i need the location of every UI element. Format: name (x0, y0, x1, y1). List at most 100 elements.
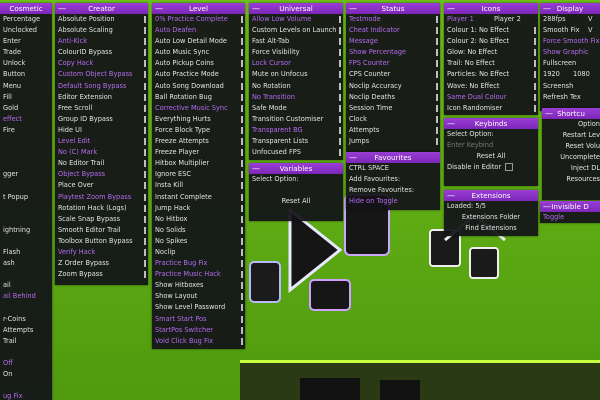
menu-item-blank[interactable] (0, 269, 52, 280)
settings-handle-icon[interactable] (241, 49, 243, 57)
menu-item-level-edit[interactable]: Level Edit (55, 136, 148, 147)
menu-item-ug-fix[interactable]: ug Fix (0, 391, 52, 400)
menu-item-colour-2-no-effect[interactable]: Colour 2: No Effect (444, 36, 538, 47)
menu-item-group-id-bypass[interactable]: Group ID Bypass (55, 114, 148, 125)
menu-item-place-over[interactable]: Place Over (55, 180, 148, 191)
menu-item-no-editor-trail[interactable]: No Editor Trail (55, 158, 148, 169)
menu-item-force-smooth-fix[interactable]: Force Smooth Fix (540, 36, 600, 47)
menu-item-show-graphic[interactable]: Show Graphic (540, 47, 600, 58)
menu-item-smooth-editor-trail[interactable]: Smooth Editor Trail (55, 225, 148, 236)
favourites-title[interactable]: — Favourites (346, 152, 440, 163)
settings-handle-icon[interactable] (144, 104, 146, 112)
menu-item-reset-volu[interactable]: Reset Volu (542, 141, 600, 152)
settings-handle-icon[interactable] (144, 160, 146, 168)
menu-item-no-solids[interactable]: No Solids (152, 225, 245, 236)
menu-item-instant-complete[interactable]: Instant Complete (152, 192, 245, 203)
menu-item-freeze-player[interactable]: Freeze Player (152, 147, 245, 158)
menu-item-percentage[interactable]: Percentage (0, 14, 52, 25)
menu-item-refresh-tex[interactable]: Refresh Tex (540, 92, 600, 103)
settings-handle-icon[interactable] (339, 49, 341, 57)
menu-item-safe-mode[interactable]: Safe Mode (249, 103, 343, 114)
menu-item-on[interactable]: On (0, 369, 52, 380)
settings-handle-icon[interactable] (144, 215, 146, 223)
settings-handle-icon[interactable] (534, 93, 536, 101)
settings-handle-icon[interactable] (241, 160, 243, 168)
menu-item-transition-customiser[interactable]: Transition Customiser (249, 114, 343, 125)
settings-handle-icon[interactable] (144, 149, 146, 157)
menu-item-verify-hack[interactable]: Verify Hack (55, 247, 148, 258)
menu-item-glow-no-effect[interactable]: Glow: No Effect (444, 47, 538, 58)
minimize-icon[interactable]: — (447, 118, 455, 129)
settings-handle-icon[interactable] (436, 115, 438, 123)
settings-handle-icon[interactable] (144, 16, 146, 23)
menu-item-hide-ui[interactable]: Hide UI (55, 125, 148, 136)
settings-handle-icon[interactable] (144, 182, 146, 190)
keybind-select-option[interactable]: Select Option: (444, 129, 538, 140)
menu-item-menu[interactable]: Menu (0, 81, 52, 92)
fps-toggle[interactable]: V (585, 14, 600, 25)
settings-handle-icon[interactable] (241, 237, 243, 245)
menu-item-no-c-mark[interactable]: No (C) Mark (55, 147, 148, 158)
settings-handle-icon[interactable] (144, 226, 146, 234)
menu-item-rotation-hack-logs[interactable]: Rotation Hack (Logs) (55, 203, 148, 214)
menu-item-noclip[interactable]: Noclip (152, 247, 245, 258)
settings-handle-icon[interactable] (436, 71, 438, 79)
menu-item-ctrl-space[interactable]: CTRL SPACE (346, 163, 440, 174)
menu-item-fill[interactable]: Fill (0, 92, 52, 103)
menu-item-enter[interactable]: Enter (0, 36, 52, 47)
menu-item-free-scroll[interactable]: Free Scroll (55, 103, 148, 114)
settings-handle-icon[interactable] (144, 38, 146, 46)
menu-item-auto-pickup-coins[interactable]: Auto Pickup Coins (152, 58, 245, 69)
menu-item-insta-kill[interactable]: Insta Kill (152, 180, 245, 191)
menu-item-jumps[interactable]: Jumps (346, 136, 440, 147)
minimize-icon[interactable]: — (155, 3, 163, 14)
settings-handle-icon[interactable] (144, 71, 146, 79)
settings-handle-icon[interactable] (436, 49, 438, 57)
variables-title[interactable]: — Variables (249, 163, 343, 174)
settings-handle-icon[interactable] (436, 38, 438, 46)
cosmetic-title[interactable]: Cosmetic (0, 3, 52, 14)
settings-handle-icon[interactable] (241, 93, 243, 101)
settings-handle-icon[interactable] (241, 182, 243, 190)
menu-item-attempts[interactable]: Attempts (0, 325, 52, 336)
menu-item-show-level-password[interactable]: Show Level Password (152, 302, 245, 313)
settings-handle-icon[interactable] (241, 204, 243, 212)
disable-in-editor-toggle[interactable]: Disable in Editor (444, 162, 538, 173)
menu-item-anti-kick[interactable]: Anti-Kick (55, 36, 148, 47)
menu-item-trail[interactable]: Trail (0, 336, 52, 347)
settings-handle-icon[interactable] (339, 126, 341, 134)
settings-handle-icon[interactable] (534, 49, 536, 57)
menu-item-noclip-accuracy[interactable]: Noclip Accuracy (346, 81, 440, 92)
menu-item-noclip-deaths[interactable]: Noclip Deaths (346, 92, 440, 103)
menu-item-inject-dl[interactable]: Inject DL (542, 163, 600, 174)
settings-handle-icon[interactable] (144, 248, 146, 256)
universal-title[interactable]: — Universal (249, 3, 343, 14)
menu-item-fire[interactable]: Fire (0, 125, 52, 136)
menu-item-force-visibility[interactable]: Force Visibility (249, 47, 343, 58)
settings-handle-icon[interactable] (241, 282, 243, 290)
settings-handle-icon[interactable] (241, 71, 243, 79)
menu-item-ail-behind[interactable]: ail Behind (0, 291, 52, 302)
minimize-icon[interactable]: — (252, 163, 260, 174)
menu-item-ignore-esc[interactable]: Ignore ESC (152, 169, 245, 180)
settings-handle-icon[interactable] (436, 27, 438, 35)
minimize-icon[interactable]: — (447, 3, 455, 14)
menu-item-icon-randomiser[interactable]: Icon Randomiser (444, 103, 538, 114)
level-title[interactable]: — Level (152, 3, 245, 14)
menu-item-attempts[interactable]: Attempts (346, 125, 440, 136)
settings-handle-icon[interactable] (144, 237, 146, 245)
settings-handle-icon[interactable] (241, 337, 243, 345)
menu-item-effect[interactable]: effect (0, 114, 52, 125)
menu-item-off[interactable]: Off (0, 358, 52, 369)
keybinds-reset-button[interactable]: Reset All (444, 151, 538, 162)
menu-item-hide-on-toggle[interactable]: Hide on Toggle (346, 196, 440, 207)
settings-handle-icon[interactable] (144, 271, 146, 279)
settings-handle-icon[interactable] (241, 149, 243, 157)
invisible-toggle[interactable]: Toggle (540, 212, 600, 223)
menu-item-particles-no-effect[interactable]: Particles: No Effect (444, 69, 538, 80)
settings-handle-icon[interactable] (241, 304, 243, 312)
menu-item-default-song-bypass[interactable]: Default Song Bypass (55, 81, 148, 92)
settings-handle-icon[interactable] (436, 60, 438, 68)
settings-handle-icon[interactable] (534, 60, 536, 68)
minimize-icon[interactable]: — (447, 190, 455, 201)
